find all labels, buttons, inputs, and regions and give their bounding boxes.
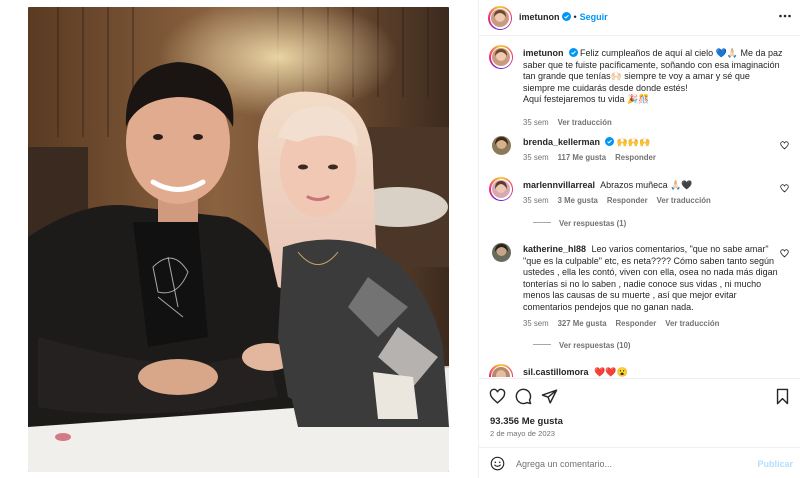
caption-time[interactable]: 35 sem bbox=[523, 118, 549, 127]
comment-text: marlennvillarreal Abrazos muñeca 🙏🏻🖤 bbox=[523, 180, 783, 192]
add-comment-bar: Publicar bbox=[479, 447, 800, 478]
story-ring[interactable] bbox=[488, 6, 512, 30]
comment-body: Leo varios comentarios, "que no sabe ama… bbox=[523, 244, 778, 312]
comment-time[interactable]: 35 sem bbox=[523, 153, 549, 162]
avatar[interactable] bbox=[492, 243, 511, 262]
publish-button[interactable]: Publicar bbox=[757, 459, 793, 469]
view-replies-button[interactable]: Ver respuestas (10) bbox=[533, 341, 631, 350]
avatar bbox=[492, 48, 510, 66]
comment-username[interactable]: brenda_kellerman bbox=[523, 137, 600, 147]
caption-body-2: Aquí festejaremos tu vida 🎉🎊 bbox=[523, 94, 650, 104]
comment-item: katherine_hl88 Leo varios comentarios, "… bbox=[489, 242, 789, 357]
couple-photo-illustration bbox=[28, 7, 449, 472]
reply-link[interactable]: Responder bbox=[616, 319, 657, 328]
comment-bubble-icon[interactable] bbox=[515, 388, 532, 405]
post-date[interactable]: 2 de mayo de 2023 bbox=[490, 429, 555, 438]
like-comment-heart-icon[interactable] bbox=[780, 249, 789, 258]
comment-item: brenda_kellerman 🙌🙌🙌 35 sem 117 Me gusta R… bbox=[489, 135, 789, 169]
caption-translate-link[interactable]: Ver traducción bbox=[558, 118, 612, 127]
caption-meta: 35 sem Ver traducción bbox=[523, 118, 621, 127]
post-username[interactable]: imetunon bbox=[519, 12, 560, 22]
comment-body: Abrazos muñeca 🙏🏻🖤 bbox=[600, 180, 693, 190]
caption-text: imetunon Feliz cumpleaños de aquí al cie… bbox=[523, 48, 783, 106]
comment-item: marlennvillarreal Abrazos muñeca 🙏🏻🖤 35 … bbox=[489, 177, 789, 231]
verified-badge-icon bbox=[561, 12, 571, 21]
share-paper-plane-icon[interactable] bbox=[541, 388, 558, 405]
comment-likes[interactable]: 3 Me gusta bbox=[558, 196, 598, 205]
avatar[interactable] bbox=[492, 136, 511, 155]
story-ring[interactable] bbox=[489, 364, 513, 377]
comment-time[interactable]: 35 sem bbox=[523, 196, 549, 205]
comment-input[interactable] bbox=[516, 455, 746, 472]
avatar bbox=[492, 180, 510, 198]
caption-story-ring[interactable] bbox=[489, 45, 513, 69]
like-comment-heart-icon[interactable] bbox=[780, 141, 789, 150]
post-image-pane bbox=[0, 0, 478, 478]
verified-badge-icon bbox=[568, 48, 578, 57]
comment-body: 🙌🙌🙌 bbox=[616, 137, 651, 147]
comment-meta: 35 sem 327 Me gusta Responder Ver traducció… bbox=[523, 319, 728, 328]
comment-meta: 35 sem 3 Me gusta Responder Ver traducción bbox=[523, 196, 720, 205]
comment-username[interactable]: marlennvillarreal bbox=[523, 180, 595, 190]
post-actions: 93.356 Me gusta 2 de mayo de 2023 bbox=[479, 378, 800, 444]
comments-list[interactable]: imetunon Feliz cumpleaños de aquí al cie… bbox=[479, 37, 800, 377]
translate-link[interactable]: Ver traducción bbox=[657, 196, 711, 205]
like-comment-heart-icon[interactable] bbox=[780, 184, 789, 193]
verified-badge-icon bbox=[605, 137, 615, 146]
save-bookmark-icon[interactable] bbox=[774, 388, 791, 405]
post-details-panel: imetunon • Seguir imetunon Feliz cumpleaño… bbox=[478, 0, 800, 478]
caption-username[interactable]: imetunon bbox=[523, 48, 564, 58]
emoji-icon[interactable] bbox=[490, 456, 505, 471]
comment-item: sil.castillomora ❤️❤️😮 bbox=[489, 364, 785, 377]
comment-time[interactable]: 35 sem bbox=[523, 319, 549, 328]
post-photo[interactable] bbox=[28, 7, 449, 472]
post-header: imetunon • Seguir bbox=[479, 0, 800, 36]
comment-text: sil.castillomora ❤️❤️😮 bbox=[523, 367, 783, 377]
comment-meta: 35 sem 117 Me gusta Responder bbox=[523, 153, 665, 162]
separator-dot: • bbox=[573, 12, 577, 22]
reply-link[interactable]: Responder bbox=[615, 153, 656, 162]
comment-body: ❤️❤️😮 bbox=[594, 367, 628, 377]
comment-username[interactable]: sil.castillomora bbox=[523, 367, 589, 377]
view-replies-button[interactable]: Ver respuestas (1) bbox=[533, 219, 626, 228]
comment-likes[interactable]: 327 Me gusta bbox=[558, 319, 607, 328]
comment-likes[interactable]: 117 Me gusta bbox=[558, 153, 607, 162]
more-horizontal-icon[interactable] bbox=[779, 14, 791, 18]
avatar bbox=[491, 9, 509, 27]
story-ring[interactable] bbox=[489, 177, 513, 201]
translate-link[interactable]: Ver traducción bbox=[665, 319, 719, 328]
caption: imetunon Feliz cumpleaños de aquí al cie… bbox=[489, 45, 785, 127]
comment-username[interactable]: katherine_hl88 bbox=[523, 244, 586, 254]
reply-link[interactable]: Responder bbox=[607, 196, 648, 205]
comment-text: brenda_kellerman 🙌🙌🙌 bbox=[523, 137, 783, 149]
likes-count[interactable]: 93.356 Me gusta bbox=[490, 416, 563, 427]
follow-button[interactable]: Seguir bbox=[580, 12, 608, 22]
comment-text: katherine_hl88 Leo varios comentarios, "… bbox=[523, 244, 783, 313]
like-heart-icon[interactable] bbox=[489, 388, 506, 405]
